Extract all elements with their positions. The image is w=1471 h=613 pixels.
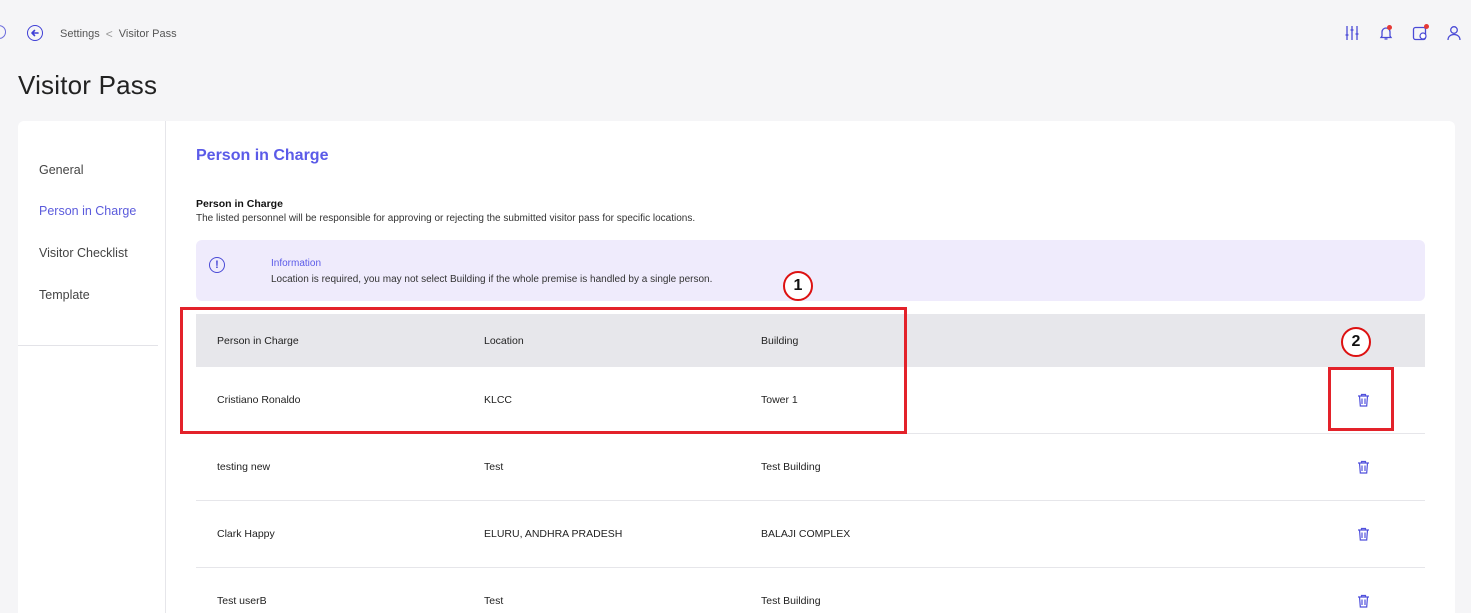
header-person: Person in Charge: [217, 334, 299, 347]
trash-icon[interactable]: [1357, 527, 1370, 541]
arrow-left-icon: [31, 29, 39, 37]
cell-location: KLCC: [484, 394, 513, 406]
table-row: testing new Test Test Building: [196, 434, 1425, 501]
notification-dot: [1387, 25, 1392, 30]
filter-sliders-button[interactable]: [1335, 22, 1369, 44]
breadcrumb-current: Visitor Pass: [118, 28, 177, 40]
back-button[interactable]: [27, 25, 43, 41]
exclamation-circle-icon: !: [209, 257, 225, 273]
info-heading: Information: [271, 258, 322, 269]
cell-building: BALAJI COMPLEX: [761, 528, 851, 540]
trash-icon[interactable]: [1357, 393, 1370, 407]
sidebar-item-general[interactable]: General: [39, 163, 83, 177]
info-text: Location is required, you may not select…: [271, 274, 713, 285]
breadcrumb: Settings < Visitor Pass: [60, 27, 177, 41]
cell-person: testing new: [217, 461, 271, 473]
sidebar-item-template[interactable]: Template: [39, 288, 90, 302]
header-building: Building: [761, 334, 799, 347]
cell-building: Test Building: [761, 461, 821, 473]
cell-person: Cristiano Ronaldo: [217, 394, 301, 406]
cell-person: Clark Happy: [217, 528, 275, 540]
annotation-marker-1: 1: [783, 271, 813, 301]
table-row: Test userB Test Test Building: [196, 568, 1425, 613]
settings-sidebar: General Person in Charge Visitor Checkli…: [18, 121, 166, 613]
main-content: Person in Charge Person in Charge The li…: [196, 121, 1425, 613]
top-icon-group: [1335, 22, 1471, 44]
person-in-charge-table: Person in Charge Location Building Crist…: [196, 314, 1425, 613]
sidebar-item-visitor-checklist[interactable]: Visitor Checklist: [39, 246, 128, 260]
breadcrumb-settings[interactable]: Settings: [60, 28, 100, 40]
cell-location: Test: [484, 461, 504, 473]
calendar-button[interactable]: [1403, 22, 1437, 44]
profile-button[interactable]: [1437, 22, 1471, 44]
table-header: Person in Charge Location Building: [196, 314, 1425, 367]
breadcrumb-separator: <: [105, 27, 113, 41]
header-location: Location: [484, 334, 524, 347]
cell-location: Test: [484, 595, 504, 607]
sidebar-item-person-in-charge[interactable]: Person in Charge: [39, 204, 136, 218]
cell-person: Test userB: [217, 595, 267, 607]
user-icon: [1447, 26, 1461, 41]
cell-location: ELURU, ANDHRA PRADESH: [484, 528, 623, 540]
page-title: Visitor Pass: [18, 70, 158, 100]
annotation-marker-2: 2: [1341, 327, 1371, 357]
calendar-dot: [1424, 24, 1429, 29]
trash-icon[interactable]: [1357, 460, 1370, 474]
section-title: Person in Charge: [196, 147, 329, 164]
sliders-icon: [1345, 26, 1359, 40]
cell-building: Test Building: [761, 595, 821, 607]
table-row: Clark Happy ELURU, ANDHRA PRADESH BALAJI…: [196, 501, 1425, 568]
trash-icon[interactable]: [1357, 594, 1370, 608]
table-row: Cristiano Ronaldo KLCC Tower 1: [196, 367, 1425, 434]
cell-building: Tower 1: [761, 394, 798, 406]
section-description: The listed personnel will be responsible…: [196, 213, 696, 224]
sidebar-divider: [18, 345, 158, 346]
edge-circle-icon: [0, 25, 6, 39]
notification-button[interactable]: [1369, 22, 1403, 44]
top-bar: Settings < Visitor Pass: [0, 0, 1471, 66]
settings-card: General Person in Charge Visitor Checkli…: [18, 121, 1455, 613]
section-subtitle: Person in Charge: [196, 198, 283, 210]
